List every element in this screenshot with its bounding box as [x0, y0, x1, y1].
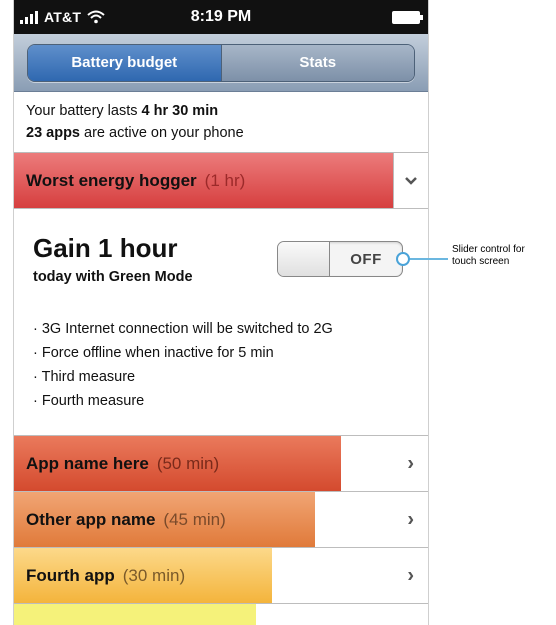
segmented-control: Battery budget Stats [27, 43, 415, 82]
hogger-duration: (1 hr) [204, 170, 246, 190]
signal-icon [20, 10, 38, 24]
app-row[interactable] [14, 604, 428, 625]
chevron-right-icon: › [407, 508, 414, 530]
app-name: Other app name [26, 509, 156, 529]
app-duration: (30 min) [122, 565, 186, 585]
tab-battery-budget[interactable]: Battery budget [28, 44, 221, 81]
carrier-label: AT&T [44, 9, 82, 25]
active-apps-count: 23 apps [26, 125, 80, 141]
measures-list: 3G Internet connection will be switched … [33, 317, 333, 413]
battery-life-value: 4 hr 30 min [141, 103, 219, 119]
annotation-anchor-dot [396, 252, 410, 266]
battery-summary: Your battery lasts 4 hr 30 min 23 apps a… [14, 92, 428, 153]
gain-subline: today with Green Mode [33, 269, 193, 285]
collapse-button[interactable] [393, 153, 428, 208]
tab-stats[interactable]: Stats [220, 44, 414, 81]
phone-screen: AT&T 8:19 PM Battery budget Stats Your b… [13, 0, 429, 625]
active-apps-line: 23 apps are active on your phone [26, 125, 244, 141]
green-mode-panel: Gain 1 hour today with Green Mode OFF 3G… [14, 209, 428, 436]
battery-icon [392, 11, 423, 24]
toggle-state-label: OFF [350, 250, 382, 268]
app-row[interactable]: Other app name (45 min) › [14, 492, 428, 548]
app-name: Fourth app [26, 565, 115, 585]
app-row[interactable]: Fourth app (30 min) › [14, 548, 428, 604]
chevron-right-icon: › [407, 564, 414, 586]
wifi-icon [87, 10, 105, 24]
measure-item: 3G Internet connection will be switched … [33, 317, 333, 341]
toggle-knob[interactable] [278, 242, 330, 276]
status-bar: AT&T 8:19 PM [14, 0, 428, 34]
chevron-right-icon: › [407, 452, 414, 474]
app-duration: (45 min) [163, 509, 226, 529]
app-duration: (50 min) [156, 453, 220, 473]
app-name: App name here [26, 453, 149, 473]
annotation-note: Slider control for touch screen [452, 244, 525, 267]
chevron-down-icon [405, 176, 417, 185]
measure-item: Force offline when inactive for 5 min [33, 341, 333, 365]
usage-bar [14, 604, 256, 625]
hogger-title: Worst energy hogger [26, 170, 197, 190]
tab-bar: Battery budget Stats [14, 34, 428, 92]
measure-item: Third measure [33, 365, 333, 389]
measure-item: Fourth measure [33, 389, 333, 413]
gain-headline: Gain 1 hour [33, 233, 178, 263]
worst-energy-hogger-row[interactable]: Worst energy hogger (1 hr) [14, 153, 428, 209]
green-mode-toggle[interactable]: OFF [277, 241, 403, 277]
battery-life-line: Your battery lasts 4 hr 30 min [26, 103, 219, 119]
app-row[interactable]: App name here (50 min) › [14, 436, 428, 492]
